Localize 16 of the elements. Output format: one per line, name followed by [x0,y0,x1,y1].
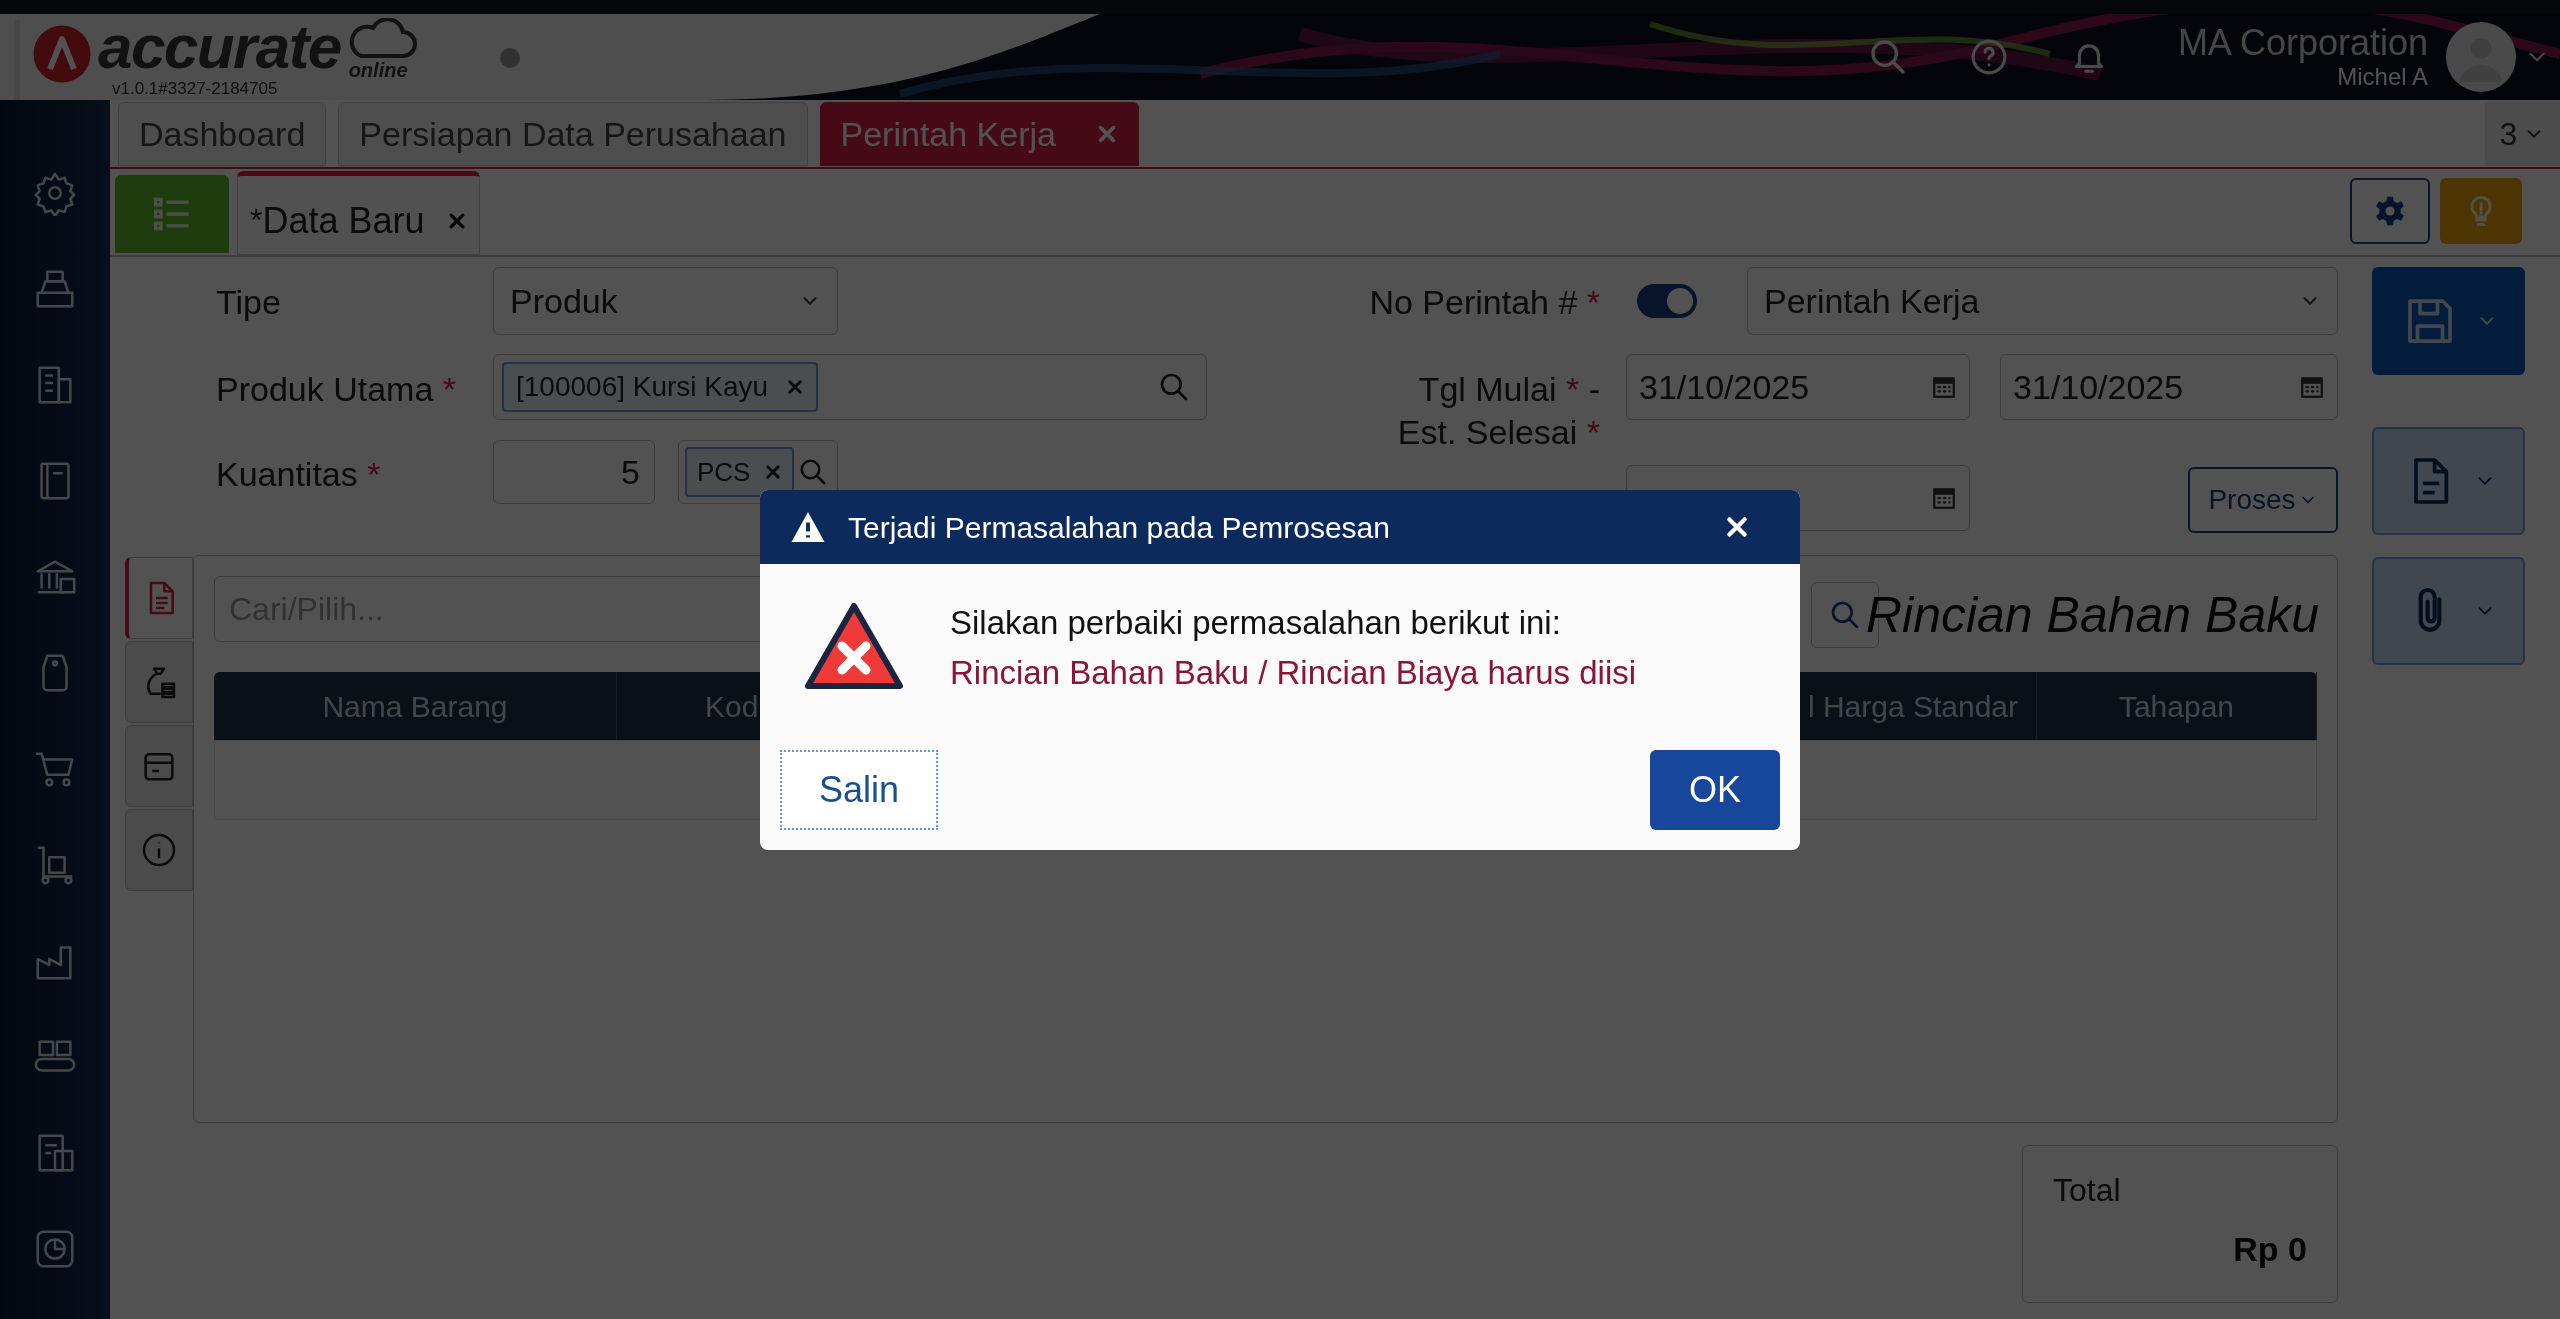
total-value: Rp 0 [2233,1229,2307,1270]
logo-text: accurate [98,22,341,72]
field-label: Tipe [216,282,281,323]
error-message: Rincian Bahan Baku / Rincian Biaya harus diisi [950,653,1637,693]
section-title: Rincian Bahan Baku [1865,586,2319,645]
field-label: Produk Utama * [216,369,456,410]
logo-subtext: online [348,60,408,80]
dialog-message: Silakan perbaiki permasalahan berikut ini: [950,603,1561,643]
field-label: Tgl Mulai * - [1418,369,1600,410]
field-label: Kuantitas * [216,454,381,495]
field-label: No Perintah # * [1369,282,1600,323]
version-text: v1.0.1#3327-2184705 [112,80,278,97]
user-name: Michel A [2337,63,2428,91]
field-label: Est. Selesai * [1397,412,1600,453]
total-label: Total [2053,1171,2121,1210]
dialog-title: Terjadi Permasalahan pada Pemrosesan [848,509,1390,546]
